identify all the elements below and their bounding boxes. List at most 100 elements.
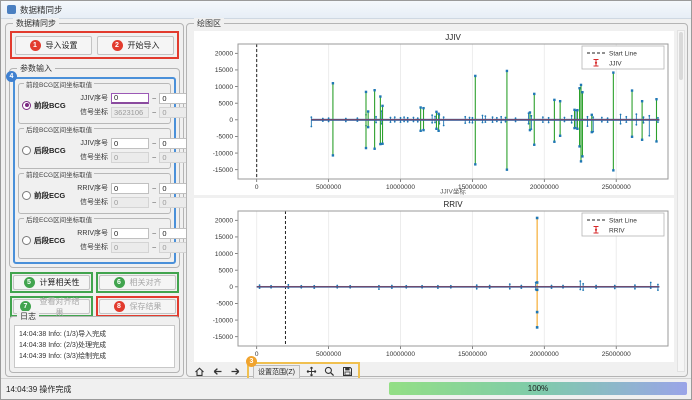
action-button-3[interactable]: 8保存结果 bbox=[99, 299, 176, 314]
forward-button[interactable] bbox=[229, 365, 242, 378]
param-input-to bbox=[159, 107, 187, 118]
action-button-0[interactable]: 5 计算相关性 bbox=[13, 275, 90, 290]
svg-text:Start Line: Start Line bbox=[609, 218, 637, 225]
import-annotation-box: 1 导入设置 2 开始导入 bbox=[10, 31, 179, 59]
plot-scrollbar-thumb[interactable] bbox=[679, 32, 683, 80]
range-tilde: ~ bbox=[152, 108, 156, 117]
param-row-label: RRIV序号 bbox=[74, 183, 108, 193]
param-radio-3[interactable]: 后段ECG bbox=[22, 235, 72, 246]
log-entry: 14:04:38 Info: (2/3)处理完成 bbox=[19, 340, 170, 351]
svg-text:JJIV: JJIV bbox=[445, 33, 461, 42]
action-button-label: 查看对齐结果 bbox=[36, 296, 83, 318]
param-group-title: 后段ECG区间坐标取值 bbox=[24, 214, 94, 224]
param-input-from[interactable] bbox=[111, 138, 149, 149]
param-group-1: 后段BCG区间坐标取值后段BCGJJIV序号~信号坐标~ bbox=[18, 128, 171, 169]
progress-bar: 100% bbox=[389, 382, 687, 395]
svg-text:20000000: 20000000 bbox=[530, 351, 559, 358]
log-entry: 14:04:38 Info: (1/3)导入完成 bbox=[19, 329, 170, 340]
badge-3: 3 bbox=[246, 356, 257, 367]
range-tilde: ~ bbox=[152, 153, 156, 162]
radio-label: 前段BCG bbox=[34, 100, 66, 111]
params-group-title: 参数输入 bbox=[17, 63, 55, 74]
plot-panel: 绘图区 20000150001000050000-5000-10000-1500… bbox=[186, 23, 688, 377]
range-tilde: ~ bbox=[152, 198, 156, 207]
param-row-label: JJIV序号 bbox=[74, 93, 108, 103]
svg-text:15000000: 15000000 bbox=[458, 351, 487, 358]
action-button-1[interactable]: 6相关对齐 bbox=[99, 275, 176, 290]
param-group-title: 后段BCG区间坐标取值 bbox=[24, 124, 94, 134]
start-import-button[interactable]: 2 开始导入 bbox=[97, 36, 174, 55]
param-radio-1[interactable]: 后段BCG bbox=[22, 145, 72, 156]
svg-text:10000: 10000 bbox=[215, 84, 233, 91]
param-input-to bbox=[159, 152, 187, 163]
radio-icon[interactable] bbox=[22, 146, 31, 155]
param-group-title: 前段BCG区间坐标取值 bbox=[24, 79, 94, 89]
svg-text:-15000: -15000 bbox=[213, 334, 234, 341]
action-annotation-box: 6相关对齐 bbox=[96, 272, 179, 293]
param-row-label: 信号坐标 bbox=[74, 242, 108, 252]
action-annotation-box: 8保存结果 bbox=[96, 296, 179, 317]
action-annotation-box: 5 计算相关性 bbox=[10, 272, 93, 293]
radio-icon[interactable] bbox=[22, 191, 31, 200]
param-input-to[interactable] bbox=[159, 93, 187, 104]
svg-text:10000000: 10000000 bbox=[386, 184, 415, 191]
back-button[interactable] bbox=[211, 365, 224, 378]
log-entry: 14:04:39 Info: (3/3)绘制完成 bbox=[19, 351, 170, 362]
param-radio-0[interactable]: 前段BCG bbox=[22, 100, 72, 111]
badge-4: 4 bbox=[6, 71, 17, 82]
svg-text:15000: 15000 bbox=[215, 67, 233, 74]
save-button[interactable] bbox=[341, 365, 354, 378]
home-button[interactable] bbox=[193, 365, 206, 378]
params-annotation-box: 4 前段BCG区间坐标取值前段BCGJJIV序号~信号坐标~后段BCG区间坐标取… bbox=[13, 77, 176, 264]
badge-6: 6 bbox=[114, 277, 125, 288]
svg-text:20000: 20000 bbox=[215, 51, 233, 58]
forward-arrow-icon bbox=[230, 366, 241, 377]
progress-label: 100% bbox=[528, 384, 548, 393]
param-input-from[interactable] bbox=[111, 183, 149, 194]
plot-scrollbar[interactable] bbox=[677, 30, 685, 372]
param-row-label: 信号坐标 bbox=[74, 107, 108, 117]
rriv-chart[interactable]: 20000150001000050000-5000-10000-15000050… bbox=[194, 198, 674, 362]
import-settings-button[interactable]: 1 导入设置 bbox=[15, 36, 92, 55]
badge-5: 5 bbox=[24, 277, 35, 288]
radio-icon[interactable] bbox=[22, 101, 31, 110]
save-icon bbox=[342, 366, 353, 377]
svg-text:20000: 20000 bbox=[215, 218, 233, 225]
home-icon bbox=[194, 366, 205, 377]
plot-panel-title: 绘图区 bbox=[194, 18, 224, 29]
param-input-from bbox=[111, 152, 149, 163]
svg-text:15000: 15000 bbox=[215, 234, 233, 241]
pan-icon bbox=[306, 366, 317, 377]
param-input-to[interactable] bbox=[159, 183, 187, 194]
svg-text:-15000: -15000 bbox=[213, 167, 234, 174]
jjiv-chart[interactable]: 20000150001000050000-5000-10000-15000050… bbox=[194, 31, 674, 195]
param-row-label: JJIV序号 bbox=[74, 138, 108, 148]
svg-text:10000000: 10000000 bbox=[386, 351, 415, 358]
param-input-from bbox=[111, 197, 149, 208]
log-area[interactable]: 14:04:38 Info: (1/3)导入完成14:04:38 Info: (… bbox=[14, 325, 175, 368]
param-input-from[interactable] bbox=[111, 228, 149, 239]
param-group-0: 前段BCG区间坐标取值前段BCGJJIV序号~信号坐标~ bbox=[18, 83, 171, 124]
param-input-to[interactable] bbox=[159, 138, 187, 149]
range-tilde: ~ bbox=[152, 243, 156, 252]
action-button-label: 计算相关性 bbox=[40, 277, 80, 288]
param-input-to bbox=[159, 242, 187, 253]
zoom-button[interactable] bbox=[323, 365, 336, 378]
range-tilde: ~ bbox=[152, 94, 156, 103]
param-group-title: 前段ECG区间坐标取值 bbox=[24, 169, 94, 179]
svg-text:-5000: -5000 bbox=[216, 301, 233, 308]
radio-label: 后段ECG bbox=[34, 235, 65, 246]
radio-icon[interactable] bbox=[22, 236, 31, 245]
param-radio-2[interactable]: 前段ECG bbox=[22, 190, 72, 201]
svg-text:0: 0 bbox=[255, 184, 259, 191]
svg-text:5000000: 5000000 bbox=[316, 351, 342, 358]
param-input-from bbox=[111, 107, 149, 118]
param-row-label: 信号坐标 bbox=[74, 197, 108, 207]
set-range-button[interactable]: 3 设置范围(Z) bbox=[253, 365, 300, 379]
left-panel: 数据精同步 1 导入设置 2 开始导入 参数输入 4 前段BCG区间坐标取值前段… bbox=[5, 23, 184, 377]
param-input-to[interactable] bbox=[159, 228, 187, 239]
svg-text:10000: 10000 bbox=[215, 251, 233, 258]
title-bar: 数据精同步 bbox=[1, 1, 691, 19]
pan-button[interactable] bbox=[305, 365, 318, 378]
param-input-from[interactable] bbox=[111, 93, 149, 104]
